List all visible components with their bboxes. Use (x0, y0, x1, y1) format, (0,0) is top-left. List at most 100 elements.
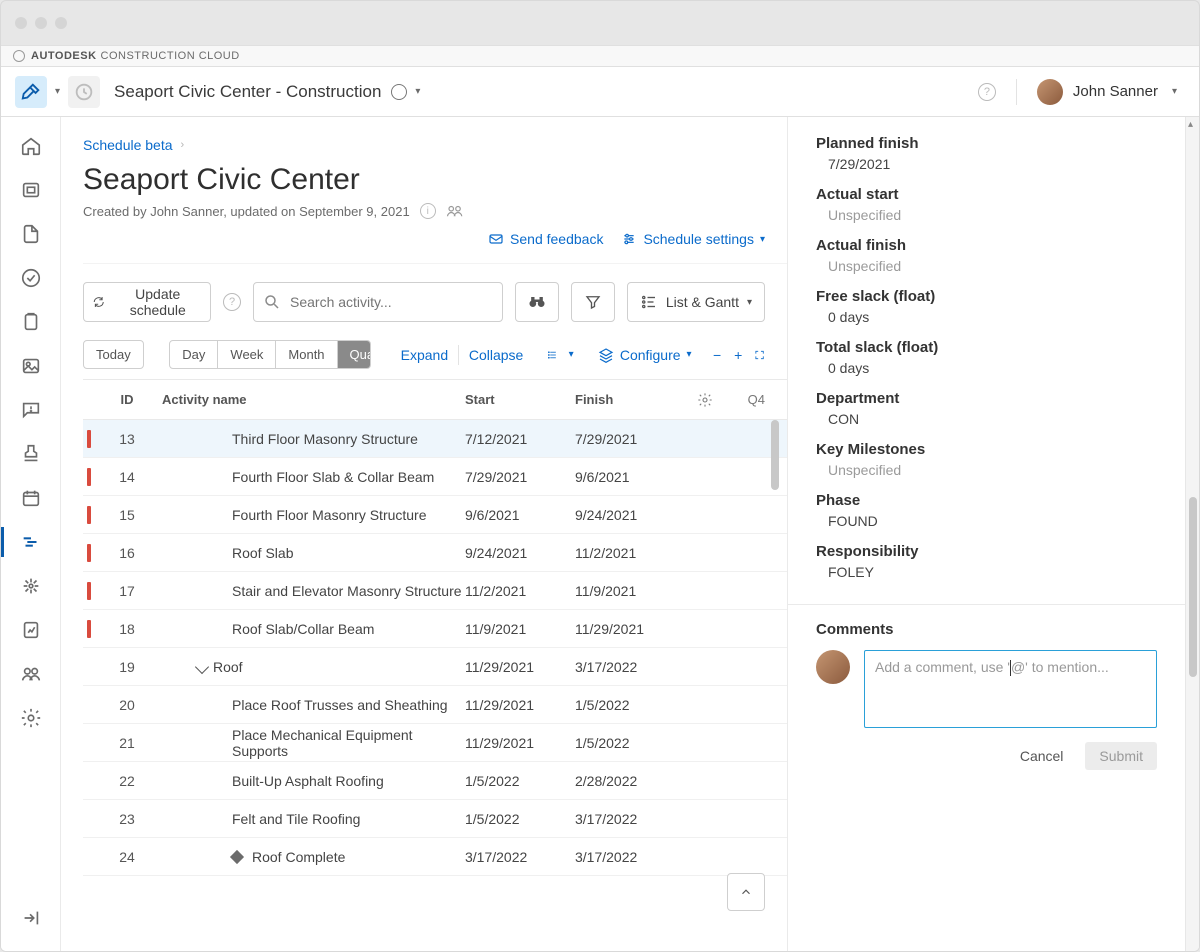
recent-button[interactable] (68, 76, 100, 108)
chevron-down-icon[interactable]: ▾ (55, 86, 60, 97)
breadcrumb-root[interactable]: Schedule beta (83, 137, 173, 153)
user-name[interactable]: John Sanner (1073, 83, 1158, 100)
gantt-scrollbar-thumb[interactable] (771, 420, 779, 490)
table-row[interactable]: 16Roof Slab9/24/202111/2/2021 (83, 534, 787, 572)
nav-assets[interactable] (9, 567, 53, 605)
send-feedback-link[interactable]: Send feedback (488, 231, 603, 247)
nav-meetings[interactable] (9, 479, 53, 517)
range-week[interactable]: Week (218, 341, 276, 368)
submit-button[interactable]: Submit (1085, 742, 1157, 770)
nav-members[interactable] (9, 655, 53, 693)
scroll-up-arrow-icon[interactable]: ▴ (1188, 119, 1193, 130)
detail-value: FOLEY (816, 564, 1157, 580)
table-row[interactable]: 24Roof Complete3/17/20223/17/2022 (83, 838, 787, 876)
nav-reviews[interactable] (9, 259, 53, 297)
panel-scroll-thumb[interactable] (1189, 497, 1197, 677)
window-close-dot[interactable] (15, 17, 27, 29)
binoculars-button[interactable] (515, 282, 559, 322)
project-title[interactable]: Seaport Civic Center - Construction (114, 82, 381, 102)
table-row[interactable]: 21Place Mechanical Equipment Supports11/… (83, 724, 787, 762)
update-help-icon[interactable]: ? (223, 293, 241, 311)
nav-stamps[interactable] (9, 435, 53, 473)
nav-schedule[interactable] (9, 523, 53, 561)
col-settings-button[interactable] (685, 392, 725, 408)
range-month[interactable]: Month (276, 341, 337, 368)
nav-home[interactable] (9, 127, 53, 165)
fullscreen-icon[interactable] (754, 347, 765, 363)
table-row[interactable]: 23Felt and Tile Roofing1/5/20223/17/2022 (83, 800, 787, 838)
cell-start: 11/2/2021 (465, 583, 575, 599)
cell-id: 16 (97, 545, 157, 561)
nav-issues[interactable] (9, 391, 53, 429)
table-row[interactable]: 17Stair and Elevator Masonry Structure11… (83, 572, 787, 610)
table-row[interactable]: 13Third Floor Masonry Structure7/12/2021… (83, 420, 787, 458)
comment-avatar (816, 650, 850, 684)
table-row[interactable]: 18Roof Slab/Collar Beam11/9/202111/29/20… (83, 610, 787, 648)
nav-files[interactable] (9, 215, 53, 253)
table-row[interactable]: 14Fourth Floor Slab & Collar Beam7/29/20… (83, 458, 787, 496)
schedule-settings-link[interactable]: Schedule settings ▾ (621, 231, 765, 247)
nav-reports[interactable] (9, 611, 53, 649)
critical-bar-icon (87, 582, 91, 600)
col-header-name[interactable]: Activity name (157, 392, 465, 407)
cell-finish: 11/2/2021 (575, 545, 685, 561)
members-icon[interactable] (446, 204, 464, 218)
cell-id: 15 (97, 507, 157, 523)
col-header-finish[interactable]: Finish (575, 392, 685, 407)
info-icon[interactable]: i (420, 203, 436, 219)
project-chevron-icon[interactable]: ▾ (415, 86, 420, 97)
user-avatar[interactable] (1037, 79, 1063, 105)
search-input[interactable] (253, 282, 503, 322)
breadcrumb[interactable]: Schedule beta › (83, 137, 787, 153)
nav-settings[interactable] (9, 699, 53, 737)
collapse-toggle-icon[interactable] (195, 659, 209, 673)
nav-photos[interactable] (9, 347, 53, 385)
update-schedule-label: Update schedule (113, 286, 202, 318)
range-quarter[interactable]: Quarter (338, 341, 371, 368)
table-row[interactable]: 15Fourth Floor Masonry Structure9/6/2021… (83, 496, 787, 534)
table-row[interactable]: 22Built-Up Asphalt Roofing1/5/20222/28/2… (83, 762, 787, 800)
expand-link[interactable]: Expand (401, 347, 448, 363)
cell-finish: 2/28/2022 (575, 773, 685, 789)
nav-sheets[interactable] (9, 171, 53, 209)
cell-finish: 3/17/2022 (575, 849, 685, 865)
zoom-in-button[interactable]: + (733, 347, 744, 363)
product-switcher-button[interactable] (15, 76, 47, 108)
chevron-down-icon[interactable]: ▾ (569, 349, 574, 360)
comment-input[interactable]: Add a comment, use '@' to mention... (864, 650, 1157, 728)
help-icon[interactable]: ? (978, 83, 996, 101)
range-day[interactable]: Day (170, 341, 218, 368)
col-header-start[interactable]: Start (465, 392, 575, 407)
user-menu-chevron-icon[interactable]: ▾ (1172, 86, 1177, 97)
cancel-button[interactable]: Cancel (1012, 742, 1072, 770)
configure-link[interactable]: Configure ▾ (598, 347, 692, 363)
cell-id: 14 (97, 469, 157, 485)
critical-bar-icon (87, 506, 91, 524)
table-row[interactable]: 20Place Roof Trusses and Sheathing11/29/… (83, 686, 787, 724)
today-button[interactable]: Today (83, 340, 144, 369)
zoom-out-button[interactable]: − (712, 347, 723, 363)
top-bar: ▾ Seaport Civic Center - Construction ▾ … (1, 67, 1199, 117)
cell-start: 9/6/2021 (465, 507, 575, 523)
window-min-dot[interactable] (35, 17, 47, 29)
detail-value: 0 days (816, 309, 1157, 325)
panel-scrollbar[interactable]: ▴ (1185, 117, 1199, 951)
detail-value: 7/29/2021 (816, 156, 1157, 172)
window-max-dot[interactable] (55, 17, 67, 29)
collapse-link[interactable]: Collapse (469, 347, 523, 363)
view-switcher-button[interactable]: List & Gantt ▾ (627, 282, 765, 322)
scroll-top-button[interactable] (727, 873, 765, 911)
detail-label: Free slack (float) (816, 288, 1157, 305)
nav-forms[interactable] (9, 303, 53, 341)
brand-bar: AUTODESK CONSTRUCTION CLOUD (1, 45, 1199, 67)
table-row[interactable]: 19Roof11/29/20213/17/2022 (83, 648, 787, 686)
update-schedule-button[interactable]: Update schedule (83, 282, 211, 322)
col-header-id[interactable]: ID (97, 392, 157, 407)
detail-value: Unspecified (816, 462, 1157, 478)
nav-collapse[interactable] (9, 899, 53, 937)
details-panel: Planned finish7/29/2021Actual startUnspe… (787, 117, 1185, 951)
list-icon[interactable] (547, 347, 558, 363)
critical-bar-icon (87, 658, 91, 676)
filter-button[interactable] (571, 282, 615, 322)
detail-label: Actual start (816, 186, 1157, 203)
